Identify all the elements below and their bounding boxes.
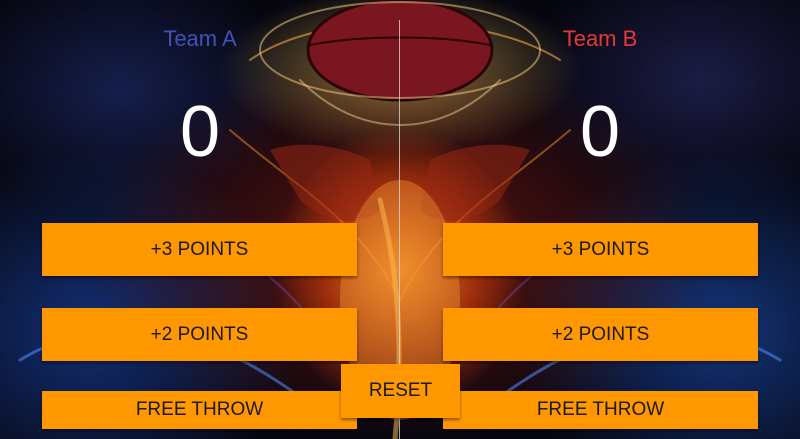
team-a-score: 0	[179, 92, 221, 172]
team-a-plus-2-button[interactable]: +2 POINTS	[42, 308, 357, 361]
reset-button[interactable]: RESET	[341, 364, 460, 418]
team-b-name: Team B	[562, 26, 638, 51]
team-b-free-throw-button[interactable]: FREE THROW	[443, 391, 758, 429]
team-a-name: Team A	[163, 26, 237, 51]
team-b-plus-2-button[interactable]: +2 POINTS	[443, 308, 758, 361]
team-b-score: 0	[579, 92, 621, 172]
team-a-free-throw-button[interactable]: FREE THROW	[42, 391, 357, 429]
team-a-plus-3-button[interactable]: +3 POINTS	[42, 223, 357, 276]
team-b-plus-3-button[interactable]: +3 POINTS	[443, 223, 758, 276]
